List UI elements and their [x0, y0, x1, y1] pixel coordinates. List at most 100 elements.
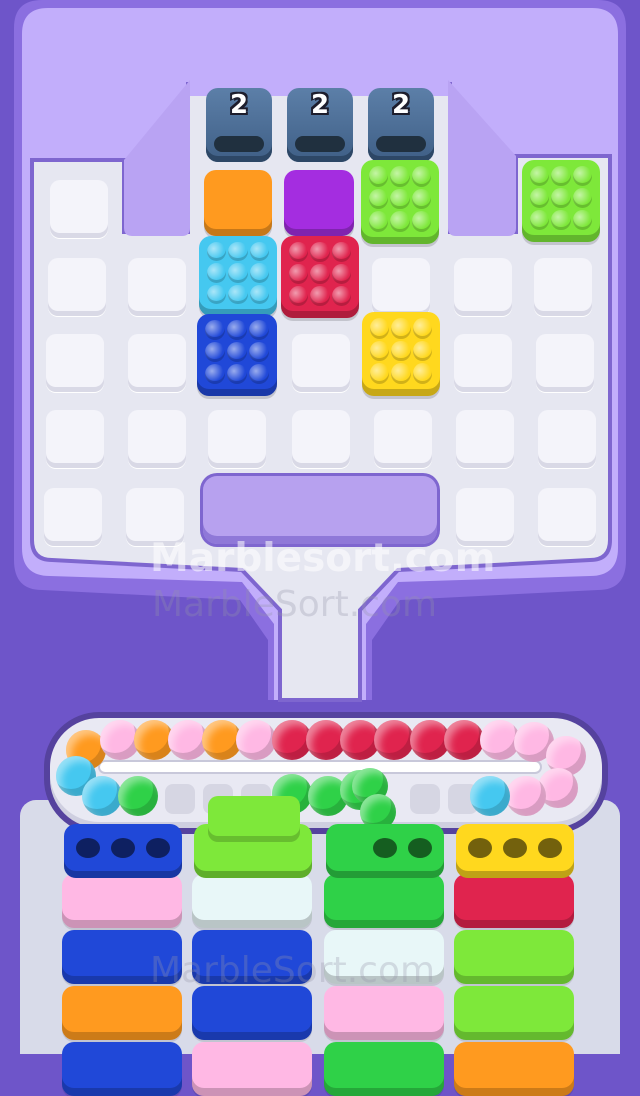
stack-piece-pink[interactable] — [324, 986, 444, 1040]
stack-piece-white[interactable] — [192, 874, 312, 928]
cyan-block[interactable] — [199, 236, 277, 316]
block-stud — [411, 188, 431, 210]
block-stud — [249, 263, 269, 283]
grid-slot[interactable] — [128, 258, 186, 316]
lime-block-right[interactable] — [522, 160, 600, 242]
grid-slot[interactable] — [536, 334, 594, 392]
red-block[interactable] — [281, 236, 359, 318]
tunnel-count: 2 — [229, 90, 249, 120]
block-stud — [390, 166, 410, 187]
tunnel-2[interactable]: 2 — [287, 88, 353, 162]
block-stud — [369, 166, 389, 187]
block-stud — [411, 166, 431, 187]
stack-piece-pink[interactable] — [62, 874, 182, 928]
watermark-bottom: MarbleSort.com — [150, 950, 436, 991]
grid-slot[interactable] — [46, 334, 104, 392]
yellow-block[interactable] — [362, 312, 440, 396]
stack-piece-red[interactable] — [454, 874, 574, 928]
grid-slot[interactable] — [374, 410, 432, 468]
block-stud — [205, 364, 225, 384]
grid-slot[interactable] — [50, 180, 108, 238]
block-stud — [289, 264, 309, 284]
block-stud — [572, 166, 592, 186]
conveyor-rail — [100, 762, 540, 772]
grid-slot[interactable] — [128, 410, 186, 468]
block-studs — [369, 166, 431, 232]
orange-block[interactable] — [204, 170, 272, 236]
lime-block-top[interactable] — [361, 160, 439, 244]
stack-piece-green[interactable] — [324, 1042, 444, 1096]
block-stud — [530, 188, 550, 208]
tunnel-mouth — [214, 136, 264, 152]
block-studs — [530, 166, 592, 230]
block-stud — [310, 242, 330, 262]
stack-piece-green[interactable] — [324, 874, 444, 928]
block-stud — [411, 211, 431, 232]
block-stud — [310, 286, 330, 306]
board-bar[interactable] — [203, 476, 437, 544]
purple-block[interactable] — [284, 170, 354, 236]
block-stud — [551, 210, 571, 230]
tunnel-count: 2 — [391, 90, 411, 120]
block-studs — [207, 242, 269, 304]
block-stud — [391, 318, 411, 339]
block-stud — [370, 340, 390, 362]
block-stud — [228, 263, 248, 283]
column-hole — [373, 838, 397, 858]
block-stud — [370, 363, 390, 384]
stack-piece-orange[interactable] — [62, 986, 182, 1040]
column-hole — [76, 838, 100, 858]
marble-cyan — [82, 776, 122, 816]
block-stud — [572, 210, 592, 230]
marble-red — [444, 720, 484, 760]
block-stud — [331, 242, 351, 262]
column-hole — [503, 838, 527, 858]
column-top-blue[interactable] — [64, 824, 182, 878]
grid-slot[interactable] — [538, 488, 596, 546]
grid-slot[interactable] — [538, 410, 596, 468]
block-stud — [551, 166, 571, 186]
block-stud — [530, 210, 550, 230]
block-stud — [370, 318, 390, 339]
block-studs — [370, 318, 432, 384]
block-stud — [249, 284, 269, 304]
block-stud — [412, 340, 432, 362]
grid-slot[interactable] — [534, 258, 592, 316]
watermark-secondary: MarbleSort.com — [152, 584, 438, 625]
block-stud — [331, 264, 351, 284]
grid-slot[interactable] — [292, 334, 350, 392]
column-lid — [208, 796, 300, 842]
column-top-green[interactable] — [326, 824, 444, 878]
grid-slot[interactable] — [454, 334, 512, 392]
grid-slot[interactable] — [292, 410, 350, 468]
grid-slot[interactable] — [208, 410, 266, 468]
watermark-primary: Marblesort.com — [150, 536, 496, 581]
stack-piece-blue[interactable] — [192, 986, 312, 1040]
tunnel-1[interactable]: 2 — [206, 88, 272, 162]
stack-piece-lime[interactable] — [454, 930, 574, 984]
tunnel-mouth — [295, 136, 345, 152]
column-hole — [111, 838, 135, 858]
grid-slot[interactable] — [128, 334, 186, 392]
marble-green — [118, 776, 158, 816]
conveyor-slot — [410, 784, 440, 814]
conveyor-slot — [165, 784, 195, 814]
marble-cyan — [470, 776, 510, 816]
grid-slot[interactable] — [48, 258, 106, 316]
grid-slot[interactable] — [46, 410, 104, 468]
stack-piece-orange[interactable] — [454, 1042, 574, 1096]
tunnel-3[interactable]: 2 — [368, 88, 434, 162]
blue-block[interactable] — [197, 314, 277, 396]
grid-slot[interactable] — [372, 258, 430, 316]
grid-slot[interactable] — [44, 488, 102, 546]
stack-piece-lime[interactable] — [454, 986, 574, 1040]
stack-piece-pink[interactable] — [192, 1042, 312, 1096]
stack-piece-blue[interactable] — [62, 1042, 182, 1096]
column-hole — [468, 838, 492, 858]
column-hole — [408, 838, 432, 858]
block-stud — [205, 342, 225, 362]
column-top-yellow[interactable] — [456, 824, 574, 878]
block-stud — [572, 188, 592, 208]
grid-slot[interactable] — [456, 410, 514, 468]
grid-slot[interactable] — [454, 258, 512, 316]
